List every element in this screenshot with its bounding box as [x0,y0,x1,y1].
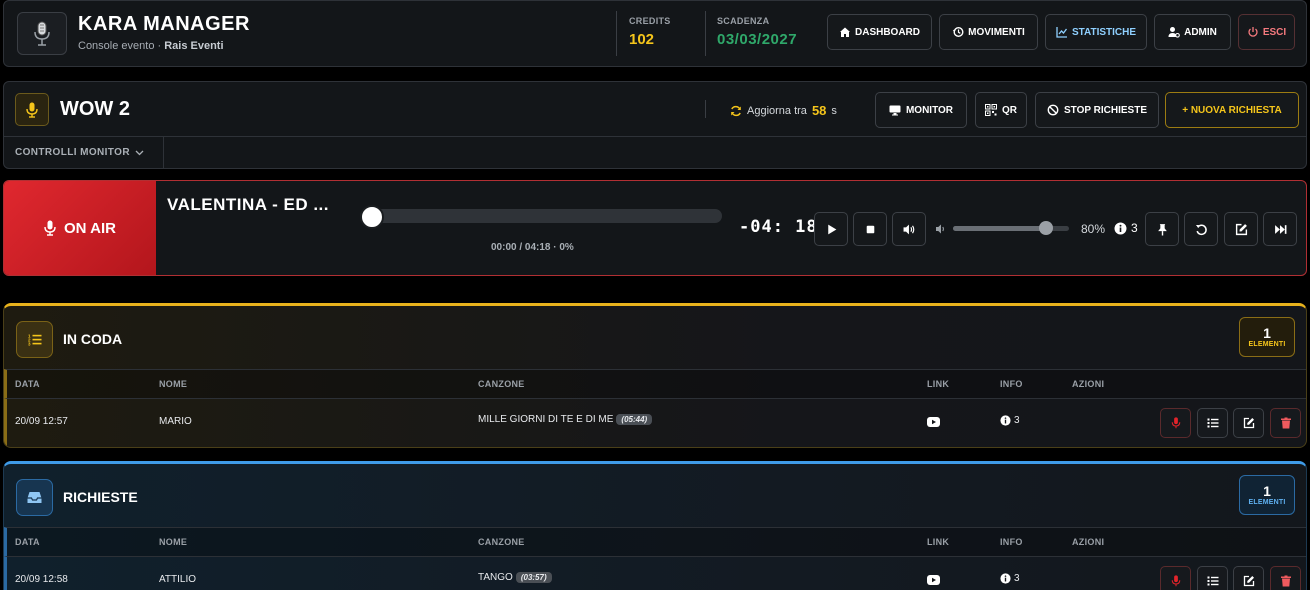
edit-button[interactable] [1224,212,1258,246]
delete-button[interactable] [1270,408,1301,438]
admin-button[interactable]: ADMIN [1154,14,1231,50]
chevron-down-icon [135,150,144,155]
restart-button[interactable] [1184,212,1218,246]
play-button[interactable] [814,212,848,246]
microphone-icon [44,220,56,236]
event-bar: WOW 2 Aggiorna tra 58 s MONITOR QR STOP … [3,81,1307,169]
queue-section: 123 IN CODA 1 ELEMENTI DATA NOME CANZONE… [3,303,1307,448]
info-circle-icon [1000,415,1011,426]
nuova-richiesta-button[interactable]: + NUOVA RICHIESTA [1165,92,1299,128]
forward-step-icon [1274,224,1286,234]
scadenza-label: SCADENZA [717,16,770,26]
table-row: 20/09 12:57 MARIO MILLE GIORNI DI TE E D… [4,399,1306,446]
volume-handle[interactable] [1038,221,1053,235]
qrcode-icon [985,104,997,116]
user-gear-icon [1168,27,1180,38]
divider [705,100,706,118]
youtube-icon[interactable] [927,575,940,585]
on-air-indicator: ON AIR [4,181,156,275]
chart-line-icon [1056,27,1067,38]
volume-fill [953,226,1046,231]
credits-label: CREDITS [629,16,671,26]
requests-section: RICHIESTE 1 ELEMENTI DATA NOME CANZONE L… [3,461,1307,590]
mute-button[interactable] [892,212,926,246]
send-on-air-button[interactable] [1160,408,1191,438]
youtube-icon[interactable] [927,417,940,427]
stop-button[interactable] [853,212,887,246]
list-icon [1207,418,1218,428]
scadenza-value: 03/03/2027 [717,31,798,48]
ban-icon [1047,104,1059,116]
rotate-left-icon [1195,224,1207,235]
play-icon [827,224,836,234]
list-icon [1207,576,1218,586]
queue-table-header: DATA NOME CANZONE LINK INFO AZIONI [4,369,1306,399]
requests-title: RICHIESTE [63,489,138,505]
info-count: 3 [1114,221,1138,235]
pin-button[interactable] [1145,212,1179,246]
power-icon [1248,27,1258,37]
monitor-button[interactable]: MONITOR [875,92,967,128]
trash-icon [1280,575,1291,587]
send-on-air-button[interactable] [1160,566,1191,590]
delete-button[interactable] [1270,566,1301,590]
credits-value: 102 [629,31,655,48]
remaining-time: -04: 18 [739,217,818,237]
next-button[interactable] [1263,212,1297,246]
microphone-icon [15,93,49,126]
edit-icon [1243,575,1254,587]
list-ordered-icon: 123 [16,321,53,358]
volume-high-icon [903,224,914,234]
edit-button[interactable] [1233,566,1264,590]
movimenti-button[interactable]: MOVIMENTI [939,14,1038,50]
requests-table-header: DATA NOME CANZONE LINK INFO AZIONI [4,527,1306,557]
queue-count-badge: 1 ELEMENTI [1239,317,1295,357]
divider [705,11,706,56]
info-circle-icon [1000,573,1011,584]
current-song: VALENTINA - ED ... [167,195,329,214]
progress-track[interactable] [360,209,722,223]
refresh-countdown: Aggiorna tra 58 s [730,103,837,118]
microphone-logo-icon [17,12,67,55]
svg-text:3: 3 [28,342,31,347]
event-title: WOW 2 [60,98,130,120]
qr-button[interactable]: QR [975,92,1027,128]
desktop-icon [889,105,901,116]
inbox-icon [16,479,53,516]
volume-low-icon [936,224,944,234]
volume-percent: 80% [1081,222,1106,236]
details-button[interactable] [1197,566,1228,590]
app-title: KARA MANAGER [78,13,250,35]
home-icon [840,27,850,37]
refresh-icon [731,105,741,116]
details-button[interactable] [1197,408,1228,438]
queue-title: IN CODA [63,331,123,347]
stop-icon [866,225,874,233]
controlli-monitor-toggle[interactable]: CONTROLLI MONITOR [15,147,144,158]
divider [4,136,1306,137]
progress-time: 00:00 / 04:18 · 0% [491,242,574,253]
edit-icon [1235,223,1247,235]
progress-handle[interactable] [360,205,384,229]
info-circle-icon [1114,222,1127,234]
dashboard-button[interactable]: DASHBOARD [827,14,932,50]
statistiche-button[interactable]: STATISTICHE [1045,14,1147,50]
edit-button[interactable] [1233,408,1264,438]
divider [163,137,164,169]
trash-icon [1280,417,1291,429]
on-air-player: ON AIR VALENTINA - ED ... 00:00 / 04:18 … [3,180,1307,276]
esci-button[interactable]: ESCI [1238,14,1295,50]
microphone-icon [1171,417,1180,429]
microphone-icon [1171,575,1180,587]
thumbtack-icon [1157,223,1167,235]
requests-count-badge: 1 ELEMENTI [1239,475,1295,515]
divider [616,11,617,56]
stop-richieste-button[interactable]: STOP RICHIESTE [1035,92,1159,128]
edit-icon [1243,417,1254,429]
app-header: KARA MANAGER Console evento · Rais Event… [3,0,1307,67]
history-icon [952,26,964,38]
app-subtitle: Console evento · Rais Eventi [78,40,224,52]
table-row: 20/09 12:58 ATTILIO TANGO (03:57) 3 [4,557,1306,590]
